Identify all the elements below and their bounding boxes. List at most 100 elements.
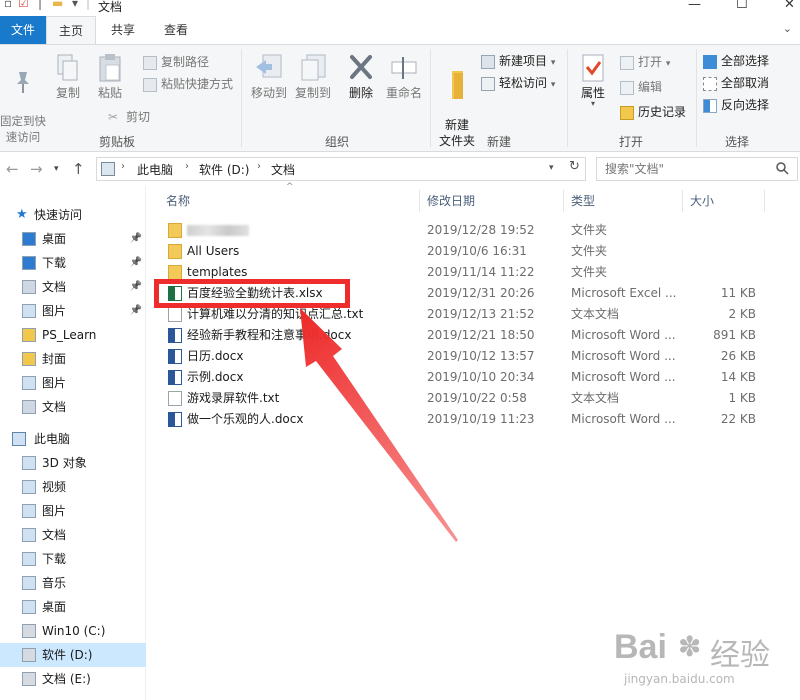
file-name: 做一个乐观的人.docx xyxy=(187,412,304,426)
customize-qa-icon[interactable]: ▾ xyxy=(72,0,78,10)
library-icon xyxy=(22,576,36,590)
history-button[interactable]: 历史记录 xyxy=(620,103,686,120)
file-row[interactable]: 经验新手教程和注意事项.docx 2019/12/21 18:50 Microsof… xyxy=(158,325,778,346)
column-header-date[interactable]: 修改日期 xyxy=(427,186,475,216)
delete-button[interactable]: 删除 xyxy=(344,53,378,101)
sidebar-item-pc[interactable]: 文档 xyxy=(0,523,146,547)
forward-arrow-icon[interactable]: → xyxy=(30,160,43,178)
search-icon[interactable] xyxy=(775,161,789,175)
file-row[interactable]: 日历.docx 2019/10/12 13:57 Microsoft Word ..… xyxy=(158,346,778,367)
tab-share[interactable]: 共享 xyxy=(100,16,146,44)
new-folder-icon xyxy=(452,71,463,99)
open-button[interactable]: 打开 ▾ xyxy=(620,53,670,70)
tab-view[interactable]: 查看 xyxy=(150,16,202,44)
sidebar-item-quick[interactable]: 图片 📌 xyxy=(0,299,146,323)
paste-shortcut-button[interactable]: 粘贴快捷方式 xyxy=(143,75,233,92)
edit-button[interactable]: 编辑 xyxy=(620,78,662,95)
word-file-icon xyxy=(168,370,182,385)
select-all-button[interactable]: 全部选择 xyxy=(703,52,769,69)
cut-button[interactable]: ✂ 剪切 xyxy=(108,108,150,125)
new-folder-button[interactable]: 新建 文件夹 xyxy=(436,53,478,149)
sidebar-item-label: 桌面 xyxy=(42,600,67,614)
address-bar[interactable]: › 此电脑 › 软件 (D:) › 文档 ▾ ↻ xyxy=(96,157,586,181)
refresh-icon[interactable]: ↻ xyxy=(569,159,580,174)
text-file-icon xyxy=(168,391,182,406)
nav-quick-access[interactable]: ★ 快速访问 xyxy=(0,203,146,227)
column-header-size[interactable]: 大小 xyxy=(690,186,714,216)
sidebar-item-pc[interactable]: 软件 (D:) xyxy=(0,643,146,667)
column-divider[interactable] xyxy=(764,190,765,212)
folder-icon xyxy=(22,352,36,366)
sidebar-item-quick[interactable]: 桌面 📌 xyxy=(0,227,146,251)
delete-x-icon xyxy=(350,55,372,79)
pin-quick-access-button[interactable]: 固定到快 速访问 xyxy=(0,53,46,145)
minimize-button[interactable]: — xyxy=(688,0,701,12)
column-header-type[interactable]: 类型 xyxy=(571,186,595,216)
close-button[interactable]: ✕ xyxy=(784,0,795,12)
breadcrumb-this-pc[interactable]: 此电脑 xyxy=(137,161,173,178)
file-row[interactable]: 2019/12/28 19:52 文件夹 xyxy=(158,220,778,241)
properties-dropdown-icon: ▾ xyxy=(590,99,595,108)
copy-to-button[interactable]: 复制到 xyxy=(292,53,334,101)
new-item-button[interactable]: 新建项目 ▾ xyxy=(481,52,555,69)
sidebar-item-pc[interactable]: 图片 xyxy=(0,499,146,523)
sidebar-item-pc[interactable]: 下载 xyxy=(0,547,146,571)
invert-selection-button[interactable]: 反向选择 xyxy=(703,96,769,113)
file-row[interactable]: All Users 2019/10/6 16:31 文件夹 xyxy=(158,241,778,262)
easy-access-button[interactable]: 轻松访问 ▾ xyxy=(481,74,555,91)
tab-file[interactable]: 文件 xyxy=(0,16,46,44)
sidebar-item-pc[interactable]: 音乐 xyxy=(0,571,146,595)
file-row[interactable]: 游戏录屏软件.txt 2019/10/22 0:58 文本文档 1 KB xyxy=(158,388,778,409)
copy-button[interactable]: 复制 xyxy=(52,53,84,101)
file-row[interactable]: templates 2019/11/14 11:22 文件夹 xyxy=(158,262,778,283)
sidebar-item-pc[interactable]: 文档 (E:) xyxy=(0,667,146,691)
file-row[interactable]: 示例.docx 2019/10/10 20:34 Microsoft Word ..… xyxy=(158,367,778,388)
breadcrumb-drive-d[interactable]: 软件 (D:) xyxy=(199,161,249,178)
sidebar-item-pc[interactable]: 3D 对象 xyxy=(0,451,146,475)
select-none-button[interactable]: 全部取消 xyxy=(703,74,769,91)
file-row[interactable]: 计算机难以分清的知识点汇总.txt 2019/12/13 21:52 文本文档 2 K… xyxy=(158,304,778,325)
separator-bar: | xyxy=(38,0,43,10)
sidebar-item-pc[interactable]: 桌面 xyxy=(0,595,146,619)
file-row[interactable]: 百度经验全勤统计表.xlsx 2019/12/31 20:26 Microsoft … xyxy=(158,283,778,304)
move-to-button[interactable]: 移动到 xyxy=(248,53,290,101)
up-arrow-icon[interactable]: ↑ xyxy=(72,160,85,178)
column-divider[interactable] xyxy=(563,190,564,212)
properties-button[interactable]: 属性 ▾ xyxy=(574,53,612,108)
column-header-name[interactable]: 名称 xyxy=(166,186,190,216)
sidebar-item-quick[interactable]: 文档 xyxy=(0,395,146,419)
column-divider[interactable] xyxy=(682,190,683,212)
sidebar-item-quick[interactable]: 下载 📌 xyxy=(0,251,146,275)
open-label: 打开 xyxy=(638,55,663,69)
sidebar-item-pc[interactable]: 视频 xyxy=(0,475,146,499)
rename-button[interactable]: 重命名 xyxy=(384,53,424,101)
sidebar-item-quick[interactable]: PS_Learn xyxy=(0,323,146,347)
breadcrumb-documents[interactable]: 文档 xyxy=(271,161,295,178)
sidebar-item-quick[interactable]: 文档 📌 xyxy=(0,275,146,299)
paste-button[interactable]: 粘贴 xyxy=(92,53,128,101)
search-box[interactable] xyxy=(596,157,798,181)
back-arrow-icon[interactable]: ← xyxy=(6,160,19,178)
pin-icon: 📌 xyxy=(129,257,142,268)
sidebar-item-quick[interactable]: 图片 xyxy=(0,371,146,395)
search-input[interactable] xyxy=(605,161,775,177)
check-quick-icon[interactable]: ☑ xyxy=(18,0,29,10)
file-row[interactable]: 做一个乐观的人.docx 2019/10/19 11:23 Microsoft Wo… xyxy=(158,409,778,430)
tab-home[interactable]: 主页 xyxy=(46,16,96,44)
folder-quick-icon[interactable]: ▬ xyxy=(52,0,63,10)
properties-label: 属性 xyxy=(580,86,605,100)
sidebar-item-label: 视频 xyxy=(42,480,67,494)
recent-locations-icon[interactable]: ▾ xyxy=(54,164,59,174)
nav-this-pc[interactable]: 此电脑 xyxy=(0,427,146,451)
file-name: 百度经验全勤统计表.xlsx xyxy=(187,286,323,300)
address-dropdown-icon[interactable]: ▾ xyxy=(549,163,554,173)
expand-ribbon-icon[interactable]: ⌄ xyxy=(783,22,792,35)
sidebar-item-pc[interactable]: Win10 (C:) xyxy=(0,619,146,643)
ribbon: 固定到快 速访问 复制 粘贴 复制路径 粘贴快捷方式 ✂ 剪切 剪贴板 移动到 复… xyxy=(0,44,800,152)
maximize-button[interactable]: ☐ xyxy=(736,0,748,12)
copy-path-button[interactable]: 复制路径 xyxy=(143,53,209,70)
sidebar-item-label: 软件 (D:) xyxy=(42,648,93,662)
properties-quick-icon[interactable]: ▫ xyxy=(4,0,12,10)
sidebar-item-quick[interactable]: 封面 xyxy=(0,347,146,371)
column-divider[interactable] xyxy=(419,190,420,212)
